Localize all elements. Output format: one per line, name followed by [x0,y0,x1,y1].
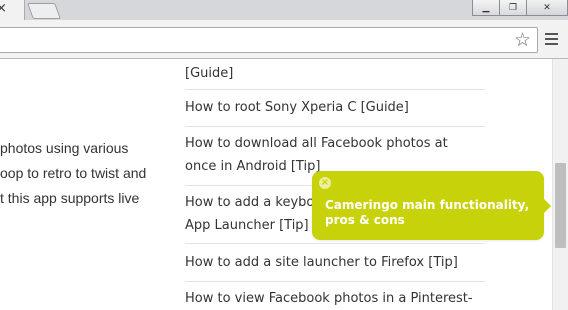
tab-close-icon[interactable]: × [0,2,7,16]
divider [185,243,485,244]
browser-tab[interactable]: × [0,0,25,20]
new-tab-button[interactable] [27,3,61,19]
related-post-link[interactable]: How to root Sony Xperia C [Guide] [185,96,485,119]
hamburger-menu-icon[interactable] [545,33,558,45]
window-controls: ▁ ❐ ✕ [472,0,568,16]
related-post-link[interactable]: [Guide] [185,62,485,85]
related-post-title[interactable]: How to add a site launcher to Firefox [T… [185,251,485,274]
restore-icon[interactable]: ❐ [500,0,527,16]
star-icon[interactable]: ☆ [514,29,531,51]
browser-titlebar: × ▁ ❐ ✕ [0,0,568,20]
minimize-icon[interactable]: ▁ [472,0,500,16]
article-text-line: t this app supports live [0,190,140,206]
related-post-title[interactable]: How to root Sony Xperia C [Guide] [185,96,485,119]
vertical-scrollbar[interactable] [552,59,568,310]
related-post-link[interactable]: How to add a site launcher to Firefox [T… [185,251,485,274]
related-post-title[interactable]: How to view Facebook photos in a Pintere… [185,287,485,310]
address-bar[interactable]: ☆ [0,27,538,53]
divider [185,281,485,282]
article-text-line: oop to retro to twist and [0,165,147,181]
article-text-line: photos using various [0,140,129,156]
related-post-title[interactable]: How to download all Facebook photos at [185,132,485,155]
related-post-link[interactable]: How to view Facebook photos in a Pintere… [185,287,485,310]
close-icon[interactable]: ✕ [527,0,568,16]
tooltip-text-line: pros & cons [325,213,405,227]
related-post-title[interactable]: [Guide] [185,62,485,85]
scrollbar-thumb[interactable] [555,163,566,248]
divider [185,126,485,127]
feature-tooltip[interactable]: × Cameringo main functionality, pros & c… [312,171,551,240]
browser-toolbar: ☆ [0,20,568,59]
tooltip-text-line: Cameringo main functionality, [325,198,530,212]
tooltip-text: Cameringo main functionality, pros & con… [325,198,535,228]
divider [185,89,485,90]
tooltip-close-icon[interactable]: × [319,177,331,189]
